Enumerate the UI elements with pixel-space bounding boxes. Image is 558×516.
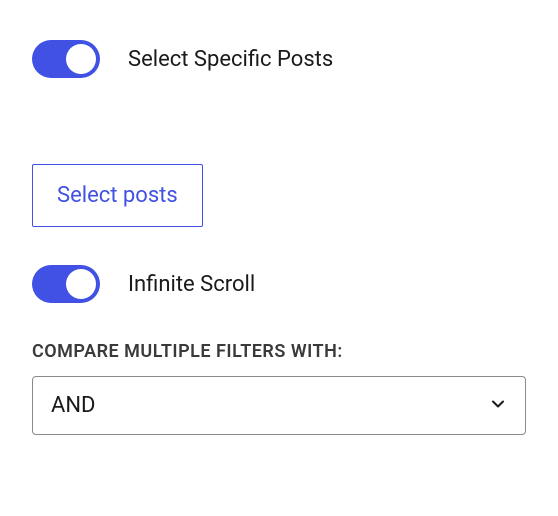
toggle-knob [66,44,96,74]
select-specific-posts-row: Select Specific Posts [32,40,526,78]
infinite-scroll-label: Infinite Scroll [128,272,255,297]
select-specific-posts-label: Select Specific Posts [128,47,333,72]
select-posts-button[interactable]: Select posts [32,164,203,227]
compare-filters-select-wrap: AND [32,376,526,435]
infinite-scroll-toggle[interactable] [32,265,100,303]
compare-filters-label: Compare Multiple Filters With: [32,341,526,362]
infinite-scroll-row: Infinite Scroll [32,265,526,303]
select-specific-posts-toggle[interactable] [32,40,100,78]
compare-filters-select[interactable]: AND [32,376,526,435]
toggle-knob [66,269,96,299]
